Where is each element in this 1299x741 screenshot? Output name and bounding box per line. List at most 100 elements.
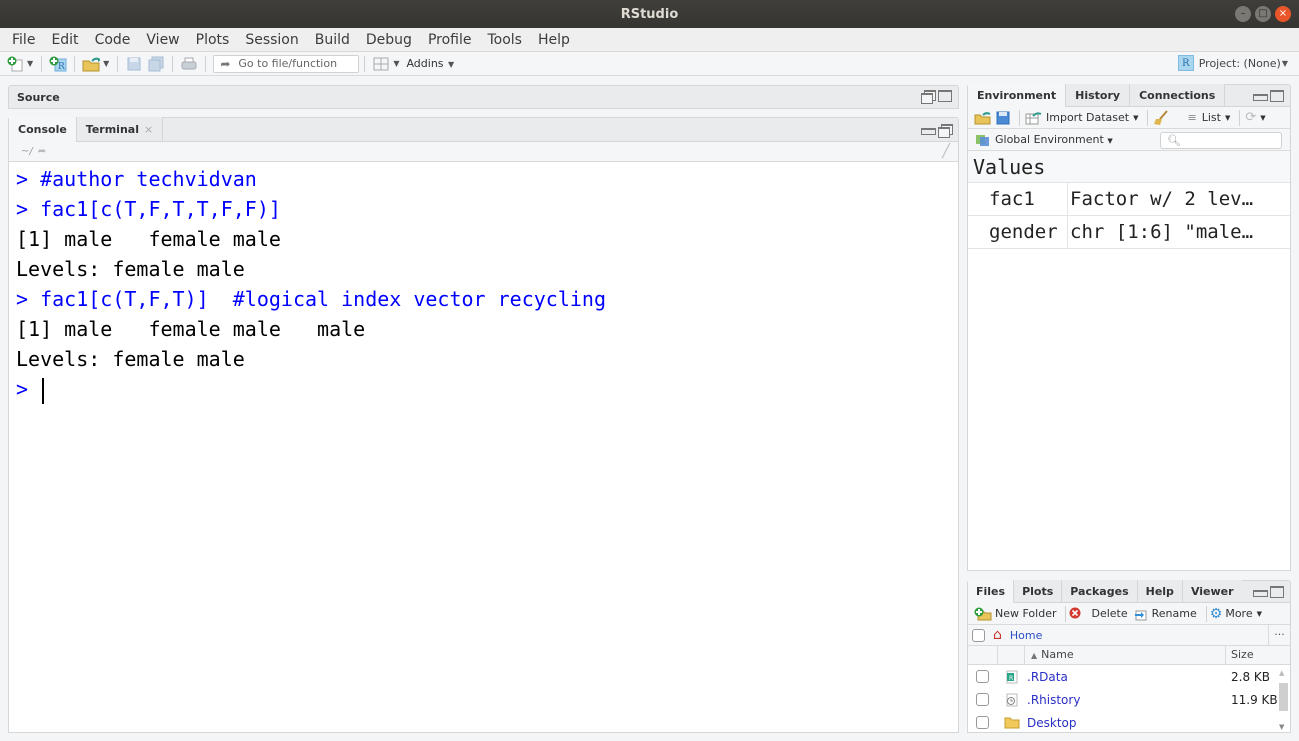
load-workspace-button[interactable] <box>974 111 992 125</box>
scrollbar-thumb[interactable] <box>1279 683 1288 711</box>
menu-help[interactable]: Help <box>530 32 578 48</box>
refresh-environment-button[interactable]: ⟳ ▼ <box>1245 110 1265 125</box>
file-row[interactable]: R .RData 2.8 KB <box>968 665 1290 688</box>
go-to-directory-icon[interactable]: ➦ <box>38 146 46 157</box>
minimize-pane-button[interactable] <box>1253 586 1268 598</box>
new-project-icon: R <box>49 56 67 72</box>
delete-button[interactable]: Delete <box>1069 607 1128 621</box>
tab-help[interactable]: Help <box>1137 580 1183 602</box>
environment-row[interactable]: fac1 Factor w/ 2 lev… <box>968 183 1290 216</box>
clear-console-icon[interactable]: ╱ <box>942 144 950 159</box>
files-scrollbar[interactable]: ▲ ▼ <box>1277 669 1289 731</box>
tab-console[interactable]: Console <box>9 117 77 142</box>
menu-view[interactable]: View <box>138 32 187 48</box>
file-row[interactable]: Desktop <box>968 711 1290 734</box>
file-name[interactable]: .RData <box>1025 670 1226 684</box>
menu-debug[interactable]: Debug <box>358 32 420 48</box>
console-prompt-line[interactable]: > <box>16 374 951 404</box>
addins-menu[interactable]: Addins ▼ <box>406 57 457 70</box>
file-checkbox[interactable] <box>976 670 989 683</box>
console-line: [1] male female male male <box>16 317 366 341</box>
save-workspace-button[interactable] <box>996 111 1010 125</box>
maximize-window-button[interactable]: □ <box>1255 6 1271 22</box>
close-tab-icon[interactable]: × <box>144 123 153 136</box>
files-toolbar: New Folder Delete Rename ⚙ More ▼ <box>968 603 1290 625</box>
main-toolbar: ▼ R ▼ ➦ Go to file/function ▼ Addins ▼ R… <box>0 52 1299 76</box>
pane-layout-button[interactable] <box>372 55 390 73</box>
file-checkbox[interactable] <box>976 693 989 706</box>
svg-text:R: R <box>1009 675 1013 682</box>
header-size[interactable]: Size <box>1226 646 1254 664</box>
minimize-window-button[interactable]: – <box>1235 6 1251 22</box>
breadcrumb-home[interactable]: Home <box>1010 629 1042 642</box>
maximize-pane-button[interactable] <box>1270 90 1284 102</box>
header-name[interactable]: ▲ Name <box>1025 646 1226 664</box>
menu-session[interactable]: Session <box>237 32 306 48</box>
restore-pane-button[interactable] <box>921 90 936 104</box>
file-row[interactable]: .Rhistory 11.9 KB <box>968 688 1290 711</box>
menu-file[interactable]: File <box>4 32 43 48</box>
menu-code[interactable]: Code <box>87 32 139 48</box>
file-name[interactable]: Desktop <box>1025 716 1226 730</box>
tab-terminal[interactable]: Terminal × <box>76 117 164 141</box>
tab-plots[interactable]: Plots <box>1014 580 1063 602</box>
source-pane-header[interactable]: Source <box>8 85 959 109</box>
file-name[interactable]: .Rhistory <box>1025 693 1226 707</box>
working-directory[interactable]: ~/ <box>21 146 33 157</box>
new-file-dropdown[interactable]: ▼ <box>27 59 33 68</box>
scroll-down-icon[interactable]: ▼ <box>1279 723 1284 731</box>
print-button[interactable] <box>180 55 198 73</box>
new-folder-button[interactable]: New Folder <box>974 607 1056 621</box>
maximize-pane-button[interactable] <box>938 90 952 102</box>
import-dataset-button[interactable]: Import Dataset ▼ <box>1025 111 1138 125</box>
console-output[interactable]: > #author techvidvan > fac1[c(T,F,T,T,F,… <box>9 162 958 406</box>
project-menu[interactable]: R Project: (None) ▼ <box>1177 55 1291 71</box>
new-folder-label: New Folder <box>995 607 1057 620</box>
maximize-pane-button[interactable] <box>1270 586 1284 598</box>
text-cursor <box>42 377 45 404</box>
menu-edit[interactable]: Edit <box>43 32 86 48</box>
minimize-pane-button[interactable] <box>921 124 936 136</box>
clear-workspace-button[interactable] <box>1153 109 1169 126</box>
new-project-button[interactable]: R <box>49 55 67 73</box>
variable-value: chr [1:6] "male… <box>1070 221 1254 243</box>
open-file-dropdown[interactable]: ▼ <box>103 59 109 68</box>
go-to-file-input[interactable]: ➦ Go to file/function <box>213 54 360 73</box>
menu-tools[interactable]: Tools <box>479 32 530 48</box>
select-all-checkbox[interactable] <box>972 628 985 642</box>
tab-packages[interactable]: Packages <box>1062 580 1138 602</box>
environment-row[interactable]: gender chr [1:6] "male… <box>968 216 1290 249</box>
minimize-pane-button[interactable] <box>1253 90 1268 102</box>
scroll-up-icon[interactable]: ▲ <box>1279 669 1284 677</box>
rename-button[interactable]: Rename <box>1134 607 1197 621</box>
new-file-button[interactable] <box>6 55 24 73</box>
home-icon[interactable]: ⌂ <box>993 627 1002 643</box>
tab-environment[interactable]: Environment <box>968 84 1067 107</box>
menu-bar: File Edit Code View Plots Session Build … <box>0 28 1299 52</box>
file-checkbox[interactable] <box>976 716 989 729</box>
save-all-button[interactable] <box>147 55 165 73</box>
restore-pane-button[interactable] <box>938 124 953 138</box>
close-window-button[interactable]: × <box>1275 6 1291 22</box>
open-file-button[interactable] <box>82 55 101 73</box>
environment-search-input[interactable]: 🔍︎ <box>1160 132 1282 149</box>
tab-connections[interactable]: Connections <box>1130 84 1226 106</box>
pane-layout-dropdown[interactable]: ▼ <box>393 59 399 68</box>
menu-profile[interactable]: Profile <box>420 32 480 48</box>
more-button[interactable]: ⚙ More ▼ <box>1210 606 1262 622</box>
project-label: Project: (None) <box>1198 56 1281 70</box>
menu-plots[interactable]: Plots <box>188 32 238 48</box>
tab-history[interactable]: History <box>1066 84 1131 106</box>
menu-build[interactable]: Build <box>307 32 358 48</box>
console-line: Levels: female male <box>16 257 245 281</box>
environment-scope-dropdown[interactable]: Global Environment ▼ <box>995 133 1113 146</box>
tab-viewer[interactable]: Viewer <box>1182 580 1242 602</box>
tab-history-label: History <box>1075 88 1121 102</box>
window-title: RStudio <box>620 6 679 22</box>
browse-path-button[interactable]: ... <box>1268 625 1290 645</box>
toolbar-separator <box>1147 109 1149 126</box>
new-folder-icon <box>974 607 992 620</box>
tab-files[interactable]: Files <box>968 580 1015 603</box>
view-mode-dropdown[interactable]: ≡ List ▼ <box>1187 111 1230 124</box>
save-button[interactable] <box>125 55 143 73</box>
